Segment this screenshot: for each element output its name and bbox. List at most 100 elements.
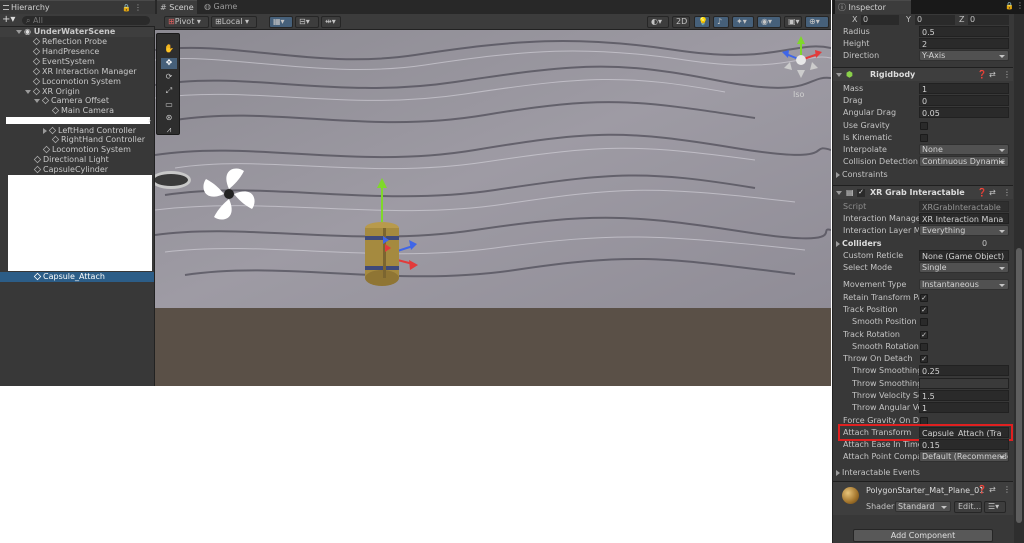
custom-tool-icon[interactable]: ⩘ — [161, 125, 177, 135]
direction-dropdown[interactable]: Y-Axis — [919, 50, 1009, 61]
lock-icon[interactable]: 🔒 — [122, 1, 131, 15]
rotate-tool-icon[interactable]: ⟳ — [161, 72, 177, 83]
list-item[interactable]: HandPresence — [0, 47, 154, 57]
edit-shader-button[interactable]: Edit... — [954, 501, 982, 513]
hidden-objects-icon[interactable]: ◉▾ — [757, 16, 781, 28]
track-position-checkbox[interactable]: ✓ — [920, 306, 928, 314]
scrollbar-thumb[interactable] — [1016, 248, 1022, 523]
list-item[interactable]: RightHand Controller — [0, 135, 154, 145]
xr-grab-header[interactable]: ▤ ✓ XR Grab Interactable ❓ ⇄ ⋮ — [833, 185, 1013, 199]
constraints-row[interactable]: Constraints — [836, 169, 1006, 181]
align-button[interactable]: ⇹▾ — [321, 16, 341, 28]
colliders-row[interactable]: Colliders 0 — [836, 238, 1006, 250]
drag-field[interactable]: 0 — [919, 95, 1009, 106]
barrel-object[interactable] — [355, 178, 425, 298]
tab-scene[interactable]: # Scene — [157, 0, 197, 14]
transform-tool-icon[interactable]: ⊛ — [161, 113, 177, 124]
effects-toggle-icon[interactable]: ✦▾ — [732, 16, 754, 28]
lighting-toggle-icon[interactable]: 💡 — [694, 16, 710, 28]
use-gravity-checkbox[interactable] — [920, 122, 928, 130]
throw-smoothing-field[interactable]: 0.25 — [919, 365, 1009, 376]
expand-icon[interactable] — [836, 240, 840, 247]
scene-viewport[interactable]: ✋ ✥ ⟳ ⤢ ▭ ⊛ ⩘ Iso — [155, 30, 831, 386]
throw-velocity-field[interactable]: 1.5 — [919, 390, 1009, 401]
scene-root[interactable]: ◉ UnderWaterScene — [0, 27, 154, 37]
center-y-field[interactable]: 0 — [915, 15, 955, 25]
move-tool-icon[interactable]: ✥ — [161, 58, 177, 69]
tab-inspector[interactable]: ⓘ Inspector — [835, 0, 911, 14]
center-z-field[interactable]: 0 — [968, 15, 1009, 25]
more-icon[interactable]: ⋮ — [1003, 68, 1011, 81]
preset-icon[interactable]: ⇄ — [989, 68, 996, 81]
tab-hierarchy[interactable]: Hierarchy ⋮ 🔒 — [0, 0, 155, 14]
movement-type-dropdown[interactable]: Instantaneous — [919, 279, 1009, 290]
scale-tool-icon[interactable]: ⤢ — [161, 86, 177, 97]
list-item-selected[interactable]: Capsule_Attach — [0, 272, 154, 282]
attach-point-dropdown[interactable]: Default (Recommendec — [919, 451, 1009, 462]
interpolate-dropdown[interactable]: None — [919, 144, 1009, 155]
list-item[interactable]: Main Camera — [0, 106, 154, 116]
retain-transform-checkbox[interactable]: ✓ — [920, 294, 928, 302]
mass-field[interactable]: 1 — [919, 83, 1009, 94]
orientation-gizmo[interactable] — [780, 36, 826, 92]
snap-increment-button[interactable]: ⊟▾ — [295, 16, 319, 28]
inspector-scrollbar[interactable] — [1014, 14, 1024, 543]
expand-icon[interactable] — [836, 469, 840, 476]
more-icon[interactable]: ⋮ — [134, 1, 142, 15]
more-icon[interactable]: ⋮ — [1003, 186, 1011, 199]
list-item[interactable]: Camera Offset — [0, 96, 154, 106]
expand-icon[interactable] — [34, 98, 40, 103]
preset-icon[interactable]: ⇄ — [989, 186, 996, 199]
help-icon[interactable]: ❓ — [977, 68, 987, 81]
expand-icon[interactable] — [836, 171, 840, 178]
help-icon[interactable]: ❓ — [977, 186, 987, 199]
expand-icon[interactable] — [43, 127, 47, 134]
list-item[interactable]: Locomotion System — [0, 77, 154, 87]
height-field[interactable]: 2 — [919, 38, 1009, 49]
enabled-checkbox[interactable]: ✓ — [857, 189, 865, 197]
expand-icon[interactable] — [836, 186, 844, 199]
more-icon[interactable]: ⋮ — [1003, 485, 1011, 494]
pivot-dropdown[interactable]: ⊞Pivot ▾ — [164, 16, 209, 28]
list-item[interactable]: Locomotion System — [0, 145, 154, 155]
local-dropdown[interactable]: ⊞Local ▾ — [211, 16, 257, 28]
throw-on-detach-checkbox[interactable]: ✓ — [920, 355, 928, 363]
select-mode-dropdown[interactable]: Single — [919, 262, 1009, 273]
add-icon[interactable]: +▾ — [2, 14, 15, 26]
expand-icon[interactable] — [836, 68, 844, 81]
throw-angular-field[interactable]: 1 — [919, 402, 1009, 413]
add-component-button[interactable]: Add Component — [853, 529, 993, 542]
expand-icon[interactable] — [25, 89, 31, 94]
help-icon[interactable]: ❓ — [977, 485, 987, 494]
grid-snap-button[interactable]: ▦▾ — [269, 16, 293, 28]
interaction-layer-dropdown[interactable]: Everything — [919, 225, 1009, 236]
list-item[interactable]: Reflection Probe — [0, 37, 154, 47]
search-input[interactable]: ⌕ All — [22, 16, 150, 25]
list-item[interactable]: EventSystem — [0, 57, 154, 67]
list-item[interactable]: CapsuleCylinder — [0, 165, 154, 175]
custom-reticle-field[interactable]: None (Game Object) — [919, 250, 1009, 261]
radius-field[interactable]: 0.5 — [919, 26, 1009, 37]
throw-curve-field[interactable] — [919, 378, 1009, 389]
list-item[interactable]: Directional Light — [0, 155, 154, 165]
rect-tool-icon[interactable]: ▭ — [161, 100, 177, 111]
track-rotation-checkbox[interactable]: ✓ — [920, 331, 928, 339]
rigidbody-header[interactable]: ⬢ Rigidbody ❓ ⇄ ⋮ — [833, 67, 1013, 81]
audio-toggle-icon[interactable]: ♪ — [713, 16, 729, 28]
shader-dropdown[interactable]: Standard — [895, 501, 951, 512]
preset-icon[interactable]: ⇄ — [989, 485, 996, 494]
tab-game[interactable]: ◍ Game — [201, 0, 243, 14]
angular-drag-field[interactable]: 0.05 — [919, 107, 1009, 118]
list-item[interactable]: XR Interaction Manager — [0, 67, 154, 77]
interaction-manager-field[interactable]: XR Interaction Mana — [919, 213, 1009, 224]
toggle-2d-button[interactable]: 2D — [672, 16, 690, 28]
hand-tool-icon[interactable]: ✋ — [161, 44, 177, 55]
attach-ease-field[interactable]: 0.15 — [919, 439, 1009, 450]
camera-settings-icon[interactable]: ▣▾ — [784, 16, 802, 28]
smooth-position-checkbox[interactable] — [920, 318, 928, 326]
smooth-rotation-checkbox[interactable] — [920, 343, 928, 351]
shader-options-button[interactable]: ☰▾ — [984, 501, 1006, 513]
collision-dropdown[interactable]: Continuous Dynamic — [919, 156, 1009, 167]
gizmos-icon[interactable]: ⊕▾ — [805, 16, 829, 28]
is-kinematic-checkbox[interactable] — [920, 134, 928, 142]
